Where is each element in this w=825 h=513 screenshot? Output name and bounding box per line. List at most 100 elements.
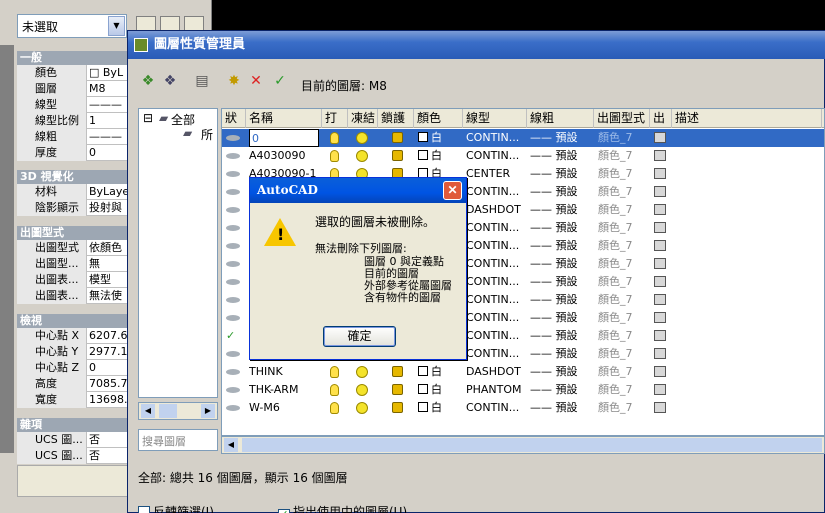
freeze-toggle[interactable] — [356, 381, 368, 399]
lock-toggle[interactable] — [392, 147, 403, 165]
delete-layer-icon[interactable]: ✕ — [246, 71, 266, 91]
color-cell[interactable]: 白 — [418, 399, 442, 417]
indicate-used-checkbox[interactable]: ✓指出使用中的圖層(U) — [278, 503, 407, 513]
plot-toggle[interactable] — [654, 147, 666, 165]
property-row[interactable]: 高度7085.72 — [17, 376, 129, 392]
plotstyle-cell[interactable]: 顏色_7 — [598, 309, 650, 327]
property-row[interactable]: 出圖表... 無法使 — [17, 288, 129, 304]
plot-toggle[interactable] — [654, 183, 666, 201]
on-toggle[interactable] — [330, 363, 339, 381]
invert-filter-checkbox[interactable]: 反轉篩選(I) — [138, 503, 214, 513]
plotstyle-cell[interactable]: 顏色_7 — [598, 381, 650, 399]
property-row[interactable]: 線型比例 1 — [17, 113, 129, 129]
lineweight-cell[interactable]: —— 預設 — [530, 255, 594, 273]
linetype-cell[interactable]: CONTIN... — [466, 255, 526, 273]
set-current-icon[interactable]: ✓ — [270, 71, 290, 91]
plot-toggle[interactable] — [654, 255, 666, 273]
layer-name[interactable]: A4030090 — [249, 147, 319, 165]
lineweight-cell[interactable]: —— 預設 — [530, 399, 594, 417]
plot-toggle[interactable] — [654, 129, 666, 147]
table-row[interactable]: A4030090 白 CONTIN... —— 預設 顏色_7 — [222, 147, 824, 165]
lineweight-cell[interactable]: —— 預設 — [530, 273, 594, 291]
on-toggle[interactable] — [330, 381, 339, 399]
ok-button[interactable]: 確定 — [323, 326, 396, 347]
layer-name[interactable]: 0 — [249, 129, 319, 147]
property-row[interactable]: 寬度13698.1 — [17, 392, 129, 408]
scroll-thumb[interactable] — [159, 404, 177, 418]
plotstyle-cell[interactable]: 顏色_7 — [598, 183, 650, 201]
column-header[interactable]: 顏色 — [414, 109, 463, 128]
plotstyle-cell[interactable]: 顏色_7 — [598, 345, 650, 363]
plotstyle-cell[interactable]: 顏色_7 — [598, 291, 650, 309]
property-row[interactable]: 厚度 0 — [17, 145, 129, 161]
palette-title-strip[interactable] — [0, 45, 14, 453]
linetype-cell[interactable]: CENTER — [466, 165, 526, 183]
property-row[interactable]: 陰影顯示 投射與 — [17, 200, 129, 216]
scroll-left-icon[interactable]: ◀ — [224, 438, 238, 452]
property-value[interactable]: 0 — [89, 360, 129, 375]
tree-node-used[interactable]: 所 — [201, 126, 213, 143]
drawing-area[interactable] — [212, 0, 825, 30]
lineweight-cell[interactable]: —— 預設 — [530, 165, 594, 183]
section-3d-visualization[interactable]: 3D 視覺化 — [17, 170, 129, 184]
table-row[interactable]: W-M6 白 CONTIN... —— 預設 顏色_7 — [222, 399, 824, 417]
linetype-cell[interactable]: CONTIN... — [466, 327, 526, 345]
column-header[interactable]: 出圖型式 — [594, 109, 650, 128]
property-value[interactable]: 0 — [89, 145, 129, 160]
plotstyle-cell[interactable]: 顏色_7 — [598, 129, 650, 147]
plotstyle-cell[interactable]: 顏色_7 — [598, 237, 650, 255]
linetype-cell[interactable]: CONTIN... — [466, 147, 526, 165]
color-cell[interactable]: 白 — [418, 129, 442, 147]
plotstyle-cell[interactable]: 顏色_7 — [598, 327, 650, 345]
linetype-cell[interactable]: CONTIN... — [466, 345, 526, 363]
on-toggle[interactable] — [330, 147, 339, 165]
lock-toggle[interactable] — [392, 363, 403, 381]
linetype-cell[interactable]: PHANTOM — [466, 381, 526, 399]
plot-toggle[interactable] — [654, 381, 666, 399]
layer-list-horizontal-scrollbar[interactable]: ◀ — [221, 436, 825, 454]
property-value[interactable]: 無法使 — [89, 288, 129, 303]
freeze-toggle[interactable] — [356, 147, 368, 165]
lineweight-cell[interactable]: —— 預設 — [530, 327, 594, 345]
property-row[interactable]: 出圖型式 依顏色 — [17, 240, 129, 256]
freeze-toggle[interactable] — [356, 399, 368, 417]
checkbox-box[interactable] — [138, 506, 150, 513]
linetype-cell[interactable]: CONTIN... — [466, 237, 526, 255]
property-value[interactable]: 投射與 — [89, 200, 129, 215]
lineweight-cell[interactable]: —— 預設 — [530, 183, 594, 201]
lineweight-cell[interactable]: —— 預設 — [530, 309, 594, 327]
property-row[interactable]: 顏色 □ ByL — [17, 65, 129, 81]
plot-toggle[interactable] — [654, 345, 666, 363]
lineweight-cell[interactable]: —— 預設 — [530, 219, 594, 237]
property-value[interactable]: 1 — [89, 113, 129, 128]
property-row[interactable]: 中心點 Y2977.19 — [17, 344, 129, 360]
property-value[interactable]: 2977.19 — [89, 344, 129, 359]
column-header[interactable]: 凍結 — [348, 109, 378, 128]
property-row[interactable]: UCS 圖... 否 — [17, 432, 129, 448]
layer-manager-titlebar[interactable]: 圖層性質管理員 — [128, 31, 825, 59]
lineweight-cell[interactable]: —— 預設 — [530, 201, 594, 219]
search-layer-input[interactable]: 搜尋圖層 — [138, 429, 218, 451]
linetype-cell[interactable]: DASHDOT — [466, 363, 526, 381]
plot-toggle[interactable] — [654, 291, 666, 309]
filter-tree[interactable]: ⊟ ▰ 全部 ▰ 所 — [138, 108, 218, 398]
linetype-cell[interactable]: CONTIN... — [466, 399, 526, 417]
property-row[interactable]: 出圖型... 無 — [17, 256, 129, 272]
lineweight-cell[interactable]: —— 預設 — [530, 237, 594, 255]
plotstyle-cell[interactable]: 顏色_7 — [598, 399, 650, 417]
plot-toggle[interactable] — [654, 327, 666, 345]
linetype-cell[interactable]: CONTIN... — [466, 129, 526, 147]
column-header[interactable]: 打 — [322, 109, 348, 128]
property-row[interactable]: 圖層 M8 — [17, 81, 129, 97]
property-value[interactable]: 否 — [89, 432, 129, 447]
property-value[interactable]: ByLaye — [89, 184, 129, 199]
lock-toggle[interactable] — [392, 381, 403, 399]
property-value[interactable]: M8 — [89, 81, 129, 96]
plot-toggle[interactable] — [654, 237, 666, 255]
scroll-thumb[interactable] — [242, 438, 822, 452]
new-layer-icon[interactable]: ✸ — [224, 71, 244, 91]
section-view[interactable]: 檢視 — [17, 314, 129, 328]
section-general[interactable]: 一般 — [17, 51, 129, 65]
freeze-toggle[interactable] — [356, 363, 368, 381]
section-misc[interactable]: 雜項 — [17, 418, 129, 432]
